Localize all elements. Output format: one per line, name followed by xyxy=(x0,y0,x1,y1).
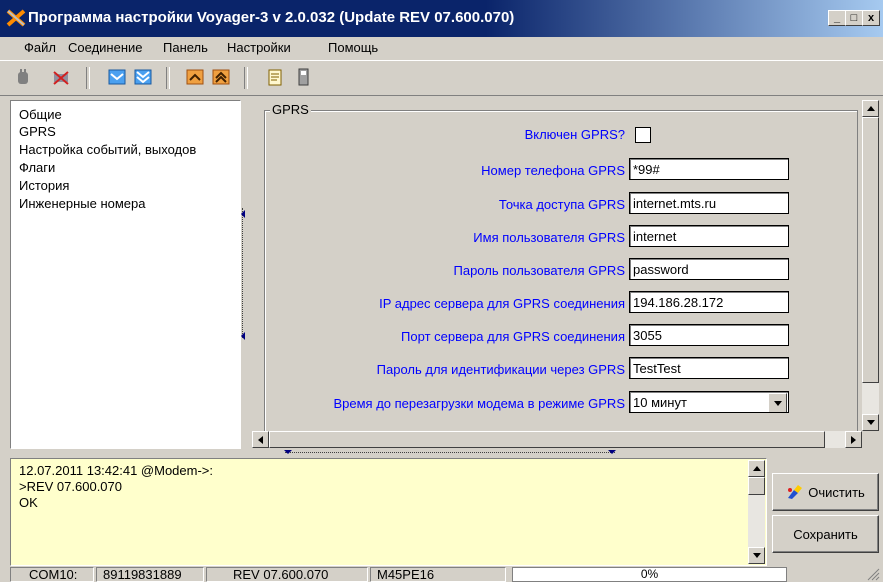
close-button[interactable]: x xyxy=(862,10,880,26)
status-revision: REV 07.600.070 xyxy=(206,567,368,582)
scroll-right-icon[interactable] xyxy=(845,431,862,448)
collapse-left-icon[interactable] xyxy=(241,210,245,218)
splitter-grip xyxy=(242,208,246,338)
vertical-scroll-thumb[interactable] xyxy=(862,117,879,383)
menu-file[interactable]: Файл xyxy=(24,40,56,55)
server-ip-label: IP адрес сервера для GPRS соединения xyxy=(379,296,625,311)
server-port-field[interactable]: 3055 xyxy=(629,324,789,346)
app-icon xyxy=(6,9,26,27)
horizontal-scroll-thumb[interactable] xyxy=(269,431,825,448)
access-point-label: Точка доступа GPRS xyxy=(498,197,625,212)
collapse-down-icon[interactable] xyxy=(608,450,616,454)
phone-number-field[interactable]: *99# xyxy=(629,158,789,180)
scroll-up-icon[interactable] xyxy=(862,100,879,117)
auth-password-label: Пароль для идентификации через GPRS xyxy=(376,362,625,377)
window-title: Программа настройки Voyager-3 v 2.0.032 … xyxy=(28,9,515,26)
settings-tree: Общие GPRS Настройка событий, выходов Фл… xyxy=(10,100,241,449)
status-model: M45PE16 xyxy=(370,567,506,582)
panel-vertical-scrollbar[interactable] xyxy=(862,100,879,431)
tree-item-flags[interactable]: Флаги xyxy=(19,160,55,175)
clear-button-label: Очистить xyxy=(808,484,865,500)
server-port-label: Порт сервера для GPRS соединения xyxy=(401,329,625,344)
arrow-up-icon[interactable] xyxy=(184,66,206,88)
connect-icon[interactable] xyxy=(12,66,34,88)
server-ip-field[interactable]: 194.186.28.172 xyxy=(629,291,789,313)
log-area[interactable]: 12.07.2011 13:42:41 @Modem->: >REV 07.60… xyxy=(10,458,767,566)
save-button-label: Сохранить xyxy=(793,526,858,542)
tree-item-engineering-numbers[interactable]: Инженерные номера xyxy=(19,196,146,211)
gprs-enabled-label: Включен GPRS? xyxy=(524,127,625,142)
title-bar[interactable]: Программа настройки Voyager-3 v 2.0.032 … xyxy=(0,0,883,37)
scroll-down-icon[interactable] xyxy=(862,414,879,431)
tree-item-events-outputs[interactable]: Настройка событий, выходов xyxy=(19,142,196,157)
save-device-icon[interactable] xyxy=(292,66,314,88)
mail-all-icon[interactable] xyxy=(132,66,154,88)
log-scroll-thumb[interactable] xyxy=(748,477,765,495)
toolbar-separator xyxy=(244,67,248,89)
gprs-group-title: GPRS xyxy=(270,102,311,117)
progress-label: 0% xyxy=(640,567,659,581)
log-scroll-up-icon[interactable] xyxy=(748,460,765,477)
modem-restart-value: 10 минут xyxy=(633,395,687,410)
log-line: 12.07.2011 13:42:41 @Modem->: xyxy=(19,463,214,478)
menu-connection[interactable]: Соединение xyxy=(68,40,143,55)
tree-item-gprs[interactable]: GPRS xyxy=(19,124,56,139)
password-label: Пароль пользователя GPRS xyxy=(453,263,626,278)
toolbar-separator xyxy=(166,67,170,89)
maximize-button[interactable]: □ xyxy=(845,10,863,26)
minimize-button[interactable]: _ xyxy=(828,10,846,26)
horizontal-splitter[interactable] xyxy=(0,449,883,457)
log-scroll-down-icon[interactable] xyxy=(748,547,765,564)
status-port: COM10: xyxy=(10,567,94,582)
mail-icon[interactable] xyxy=(106,66,128,88)
username-field[interactable]: internet xyxy=(629,225,789,247)
modem-restart-label: Время до перезагрузки модема в режиме GP… xyxy=(333,396,625,411)
gprs-enabled-checkbox[interactable] xyxy=(635,127,651,143)
modem-restart-select[interactable]: 10 минут xyxy=(629,391,789,413)
collapse-down-icon[interactable] xyxy=(284,450,292,454)
username-label: Имя пользователя GPRS xyxy=(473,230,625,245)
tree-item-general[interactable]: Общие xyxy=(19,107,62,122)
tree-item-history[interactable]: История xyxy=(19,178,69,193)
progress-bar: 0% xyxy=(512,567,787,582)
splitter-grip xyxy=(285,452,615,454)
clear-button[interactable]: Очистить xyxy=(772,473,879,511)
menu-help[interactable]: Помощь xyxy=(328,40,378,55)
dropdown-arrow-icon[interactable] xyxy=(768,393,787,412)
resize-grip-icon[interactable] xyxy=(866,567,880,581)
access-point-field[interactable]: internet.mts.ru xyxy=(629,192,789,214)
phone-number-label: Номер телефона GPRS xyxy=(481,163,625,178)
auth-password-field[interactable]: TestTest xyxy=(629,357,789,379)
menu-panel[interactable]: Панель xyxy=(163,40,208,55)
collapse-left-icon[interactable] xyxy=(241,332,245,340)
notepad-icon[interactable] xyxy=(264,66,286,88)
log-vertical-scrollbar[interactable] xyxy=(748,460,765,564)
status-phone: 89119831889 xyxy=(96,567,204,582)
arrow-up-double-icon[interactable] xyxy=(210,66,232,88)
eraser-icon xyxy=(788,485,803,499)
panel-horizontal-scrollbar[interactable] xyxy=(252,431,862,448)
menu-settings[interactable]: Настройки xyxy=(227,40,291,55)
main-window: Программа настройки Voyager-3 v 2.0.032 … xyxy=(0,0,883,582)
password-field[interactable]: password xyxy=(629,258,789,280)
save-button[interactable]: Сохранить xyxy=(772,515,879,553)
vertical-splitter[interactable] xyxy=(241,100,247,447)
log-line: OK xyxy=(19,495,38,510)
scroll-left-icon[interactable] xyxy=(252,431,269,448)
toolbar xyxy=(0,60,883,96)
menu-bar: Файл Соединение Панель Настройки Помощь xyxy=(0,37,883,59)
log-line: >REV 07.600.070 xyxy=(19,479,122,494)
toolbar-separator xyxy=(86,67,90,89)
disconnect-icon[interactable] xyxy=(50,66,72,88)
